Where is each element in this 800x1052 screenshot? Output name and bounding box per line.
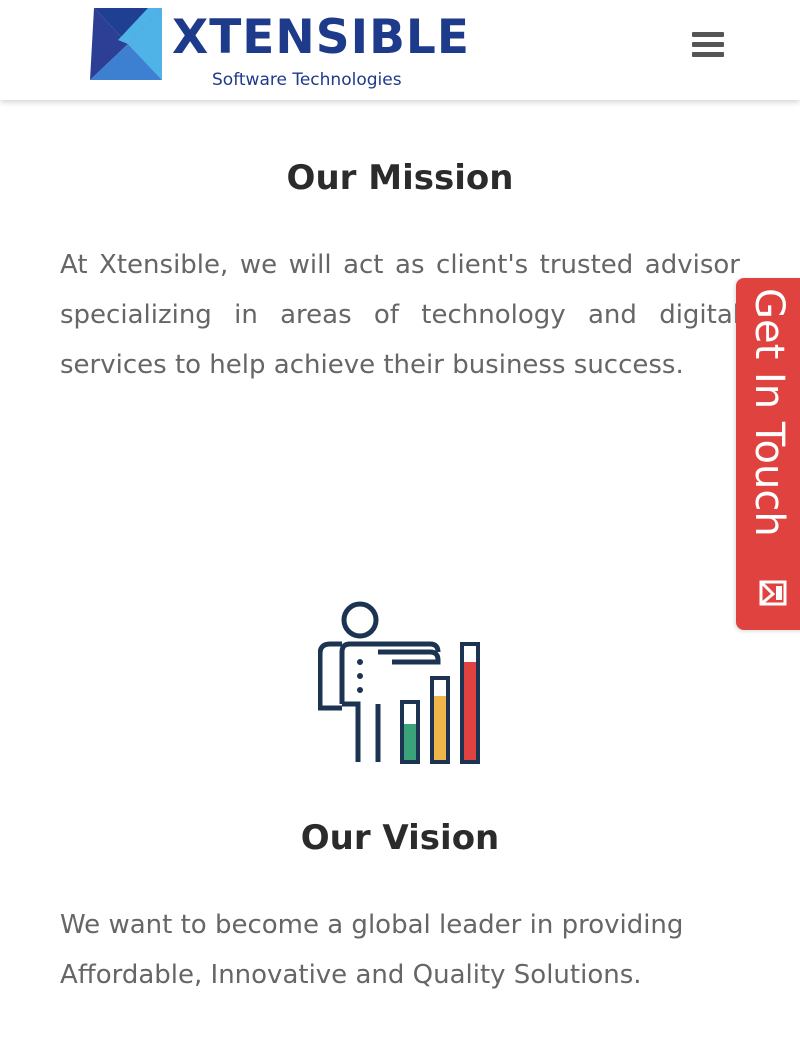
logo-tagline: Software Technologies: [212, 70, 402, 90]
presenter-bar-chart-icon: [318, 601, 480, 764]
brand-logo[interactable]: XTENSIBLE Software Technologies: [88, 6, 469, 96]
vision-text: We want to become a global leader in pro…: [60, 910, 684, 990]
logo-mark-icon: [90, 8, 162, 80]
logo-wordmark: XTENSIBLE: [172, 10, 470, 65]
get-in-touch-button[interactable]: Get In Touch: [736, 278, 800, 630]
menu-bar: [692, 52, 724, 57]
vision-title: Our Vision: [300, 818, 500, 858]
menu-bar: [692, 32, 724, 37]
mission-title: Our Mission: [286, 158, 514, 198]
envelope-icon: [759, 580, 787, 606]
mission-text: At Xtensible, we will act as client's tr…: [60, 250, 740, 380]
get-in-touch-content: Get In Touch: [744, 288, 794, 618]
page: XTENSIBLE Software Technologies Our Miss…: [0, 0, 800, 1052]
hamburger-menu-icon[interactable]: [692, 30, 726, 60]
site-header: XTENSIBLE Software Technologies: [0, 0, 800, 100]
get-in-touch-label: Get In Touch: [746, 288, 792, 537]
menu-bar: [692, 42, 724, 47]
